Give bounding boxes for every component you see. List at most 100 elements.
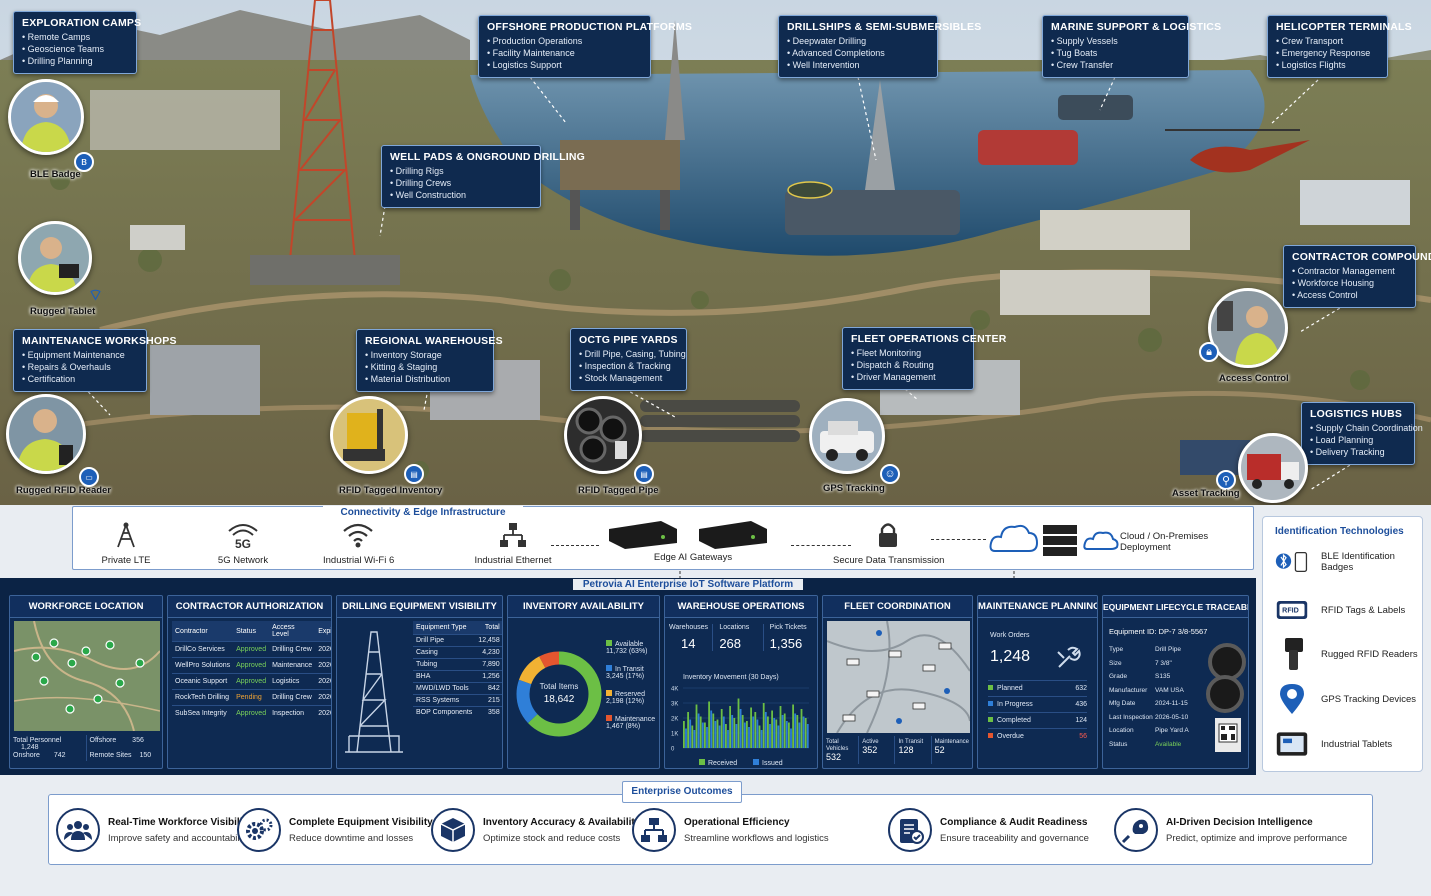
callout-item: Inventory Storage: [365, 349, 485, 361]
workforce-map: [14, 621, 160, 731]
y-tick-label: 3K: [671, 702, 678, 708]
inventory-movement-chart: 4K 3K 2K 1K 0 Received Issued: [671, 687, 809, 767]
lifecycle-details: Type Drill Pipe Size 7 3/8" Grade S135 Manu…: [1109, 646, 1199, 754]
ai-brain-icon: [1114, 808, 1158, 852]
callout-offshore-platforms: Offshore Production Platforms Production…: [478, 15, 692, 78]
table-row[interactable]: Oceanic SupportApprovedLogistics2026-06-…: [172, 673, 331, 690]
outcome-title: Inventory Accuracy & Availability: [483, 816, 641, 828]
detail-value: S135: [1155, 673, 1171, 680]
bar-received-10: [720, 709, 723, 748]
outcome-ai-decision: AI-Driven Decision Intelligence Predict, …: [1114, 808, 1347, 852]
ble-badge-photo: [8, 79, 84, 155]
table-row[interactable]: Casing 4,230: [413, 646, 502, 659]
callout-title: OCTG Pipe Yards: [579, 334, 678, 346]
table-row[interactable]: MWD/LWD Tools 842: [413, 682, 502, 695]
stat-value: 742: [53, 752, 66, 759]
outcome-operational-efficiency: Operational Efficiency Streamline workflo…: [632, 808, 829, 852]
legend-value: 1,467 (8%): [606, 723, 641, 730]
warehouse-kpis: Warehouses 14 Locations 268 Pick Tickets 1,…: [669, 624, 813, 651]
table-row[interactable]: BOP Components 358: [413, 706, 502, 718]
table-row[interactable]: BHA 1,256: [413, 670, 502, 683]
warehouse-operations-panel[interactable]: Warehouse Operations Warehouses 14 Locati…: [664, 595, 818, 769]
bar-received-5: [699, 716, 702, 748]
kpi-value: 268: [719, 636, 742, 651]
list-item[interactable]: Planned 632: [988, 680, 1087, 696]
work-order-rows: Planned 632 In Progress 436 Completed 124 O…: [988, 680, 1087, 744]
table-header: Status: [233, 621, 270, 642]
inventory-availability-panel[interactable]: Inventory Availability Total Items 18,64…: [507, 595, 660, 769]
rfid-pipe-label: RFID Tagged Pipe: [578, 485, 659, 496]
legend-label: Maintenance: [615, 716, 656, 723]
legend-swatch: [606, 715, 612, 721]
work-orders-value: 1,248: [990, 648, 1031, 665]
bar-received-12: [729, 706, 731, 748]
callout-item: Crew Transfer: [1051, 59, 1180, 71]
cell: 2026-06-20: [315, 689, 331, 706]
legend-item: Maintenance 1,467 (8%): [606, 715, 659, 730]
table-row[interactable]: Tubing 7,890: [413, 658, 502, 671]
panel-title: Inventory Availability: [508, 596, 659, 618]
contractor-authorization-panel[interactable]: Contractor Authorization Contractor Stat…: [167, 595, 332, 769]
callout-title: Marine Support & Logistics: [1051, 21, 1222, 33]
wifi-icon: ⌔: [88, 287, 104, 304]
detail-value: VAM USA: [1155, 686, 1184, 694]
status-swatch: [988, 733, 993, 738]
table-row[interactable]: SubSea IntegrityApprovedInspection2026-0…: [172, 705, 331, 721]
wrench-icon: [1057, 646, 1081, 668]
cell: 12,458: [475, 634, 502, 647]
gps-pin-icon: [1280, 684, 1304, 714]
cell: Inspection: [269, 705, 316, 721]
connectivity-title: Connectivity & Edge Infrastructure: [323, 506, 523, 519]
gps-tracking-label: GPS Tracking: [823, 483, 885, 494]
bar-issued-18: [756, 719, 759, 748]
rfid-glyph: RFID: [1282, 607, 1299, 615]
table-row[interactable]: RSS Systems 215: [413, 694, 502, 707]
callout-item: Production Operations: [487, 35, 642, 47]
kpi-label: Pick Tickets: [769, 624, 807, 631]
bar-issued-1: [685, 728, 687, 748]
callout-item: Geoscience Teams: [22, 43, 128, 55]
bar-issued-8: [714, 721, 717, 748]
cell: Maintenance: [269, 657, 316, 674]
list-item[interactable]: Completed 124: [988, 712, 1087, 728]
legend-label: Available: [615, 641, 644, 648]
table-row[interactable]: Drill Pipe 12,458: [413, 634, 502, 647]
callout-item: Well Intervention: [787, 59, 929, 71]
stat-label: Remote Sites: [89, 752, 132, 759]
bar-received-20: [762, 703, 765, 748]
idtech-ble: BLE Identification Badges: [1275, 545, 1422, 579]
rfid-tag-icon: ▤: [404, 464, 424, 484]
cell: 7,890: [475, 658, 502, 671]
access-control-label: Access Control: [1219, 373, 1289, 384]
bar-issued-2: [689, 719, 692, 748]
callout-marine-support: Marine Support & Logistics Supply Vessel…: [1042, 15, 1222, 78]
lifecycle-traceability-panel[interactable]: Equipment Lifecycle Traceability Equipme…: [1102, 595, 1249, 769]
callout-exploration-camps: Exploration Camps Remote Camps Geoscienc…: [13, 11, 141, 74]
outcome-title: Compliance & Audit Readiness: [940, 816, 1088, 828]
workforce-location-panel[interactable]: Workforce Location Total Personnel 1,248…: [9, 595, 163, 769]
callout-item: Equipment Maintenance: [22, 349, 138, 361]
status-swatch: [988, 701, 993, 706]
status-cell: Approved: [233, 705, 270, 721]
list-item[interactable]: Overdue 56: [988, 728, 1087, 744]
callout-regional-warehouses: Regional Warehouses Inventory Storage Ki…: [356, 329, 503, 392]
legend-swatch-issued: [753, 759, 759, 765]
detail-value: 7 3/8": [1155, 659, 1172, 667]
drilling-equipment-panel[interactable]: Drilling Equipment Visibility Equipment …: [336, 595, 503, 769]
rugged-rfid-reader-photo: [6, 394, 86, 474]
table-row[interactable]: WellPro SolutionsApprovedMaintenance2026…: [172, 657, 331, 674]
row-value: 124: [1075, 717, 1087, 724]
wifi-icon: [343, 523, 373, 548]
maintenance-planning-panel[interactable]: Maintenance Planning Work Orders 1,248 P…: [977, 595, 1098, 769]
bar-issued-9: [718, 725, 721, 748]
bar-received-15: [741, 715, 744, 748]
legend-received: Received: [708, 760, 737, 767]
table-row[interactable]: DrillCo Services Approved Drilling Crew 202…: [172, 641, 331, 658]
callout-item: Certification: [22, 373, 138, 385]
bar-received-22: [771, 710, 773, 748]
list-item[interactable]: In Progress 436: [988, 696, 1087, 712]
bar-received-18: [754, 712, 757, 748]
callout-title: Regional Warehouses: [365, 335, 503, 347]
table-row[interactable]: RockTech Drilling Pending Drilling Crew 202…: [172, 689, 331, 706]
fleet-coordination-panel[interactable]: Fleet Coordination Total Vehicles 532 Act…: [822, 595, 973, 769]
